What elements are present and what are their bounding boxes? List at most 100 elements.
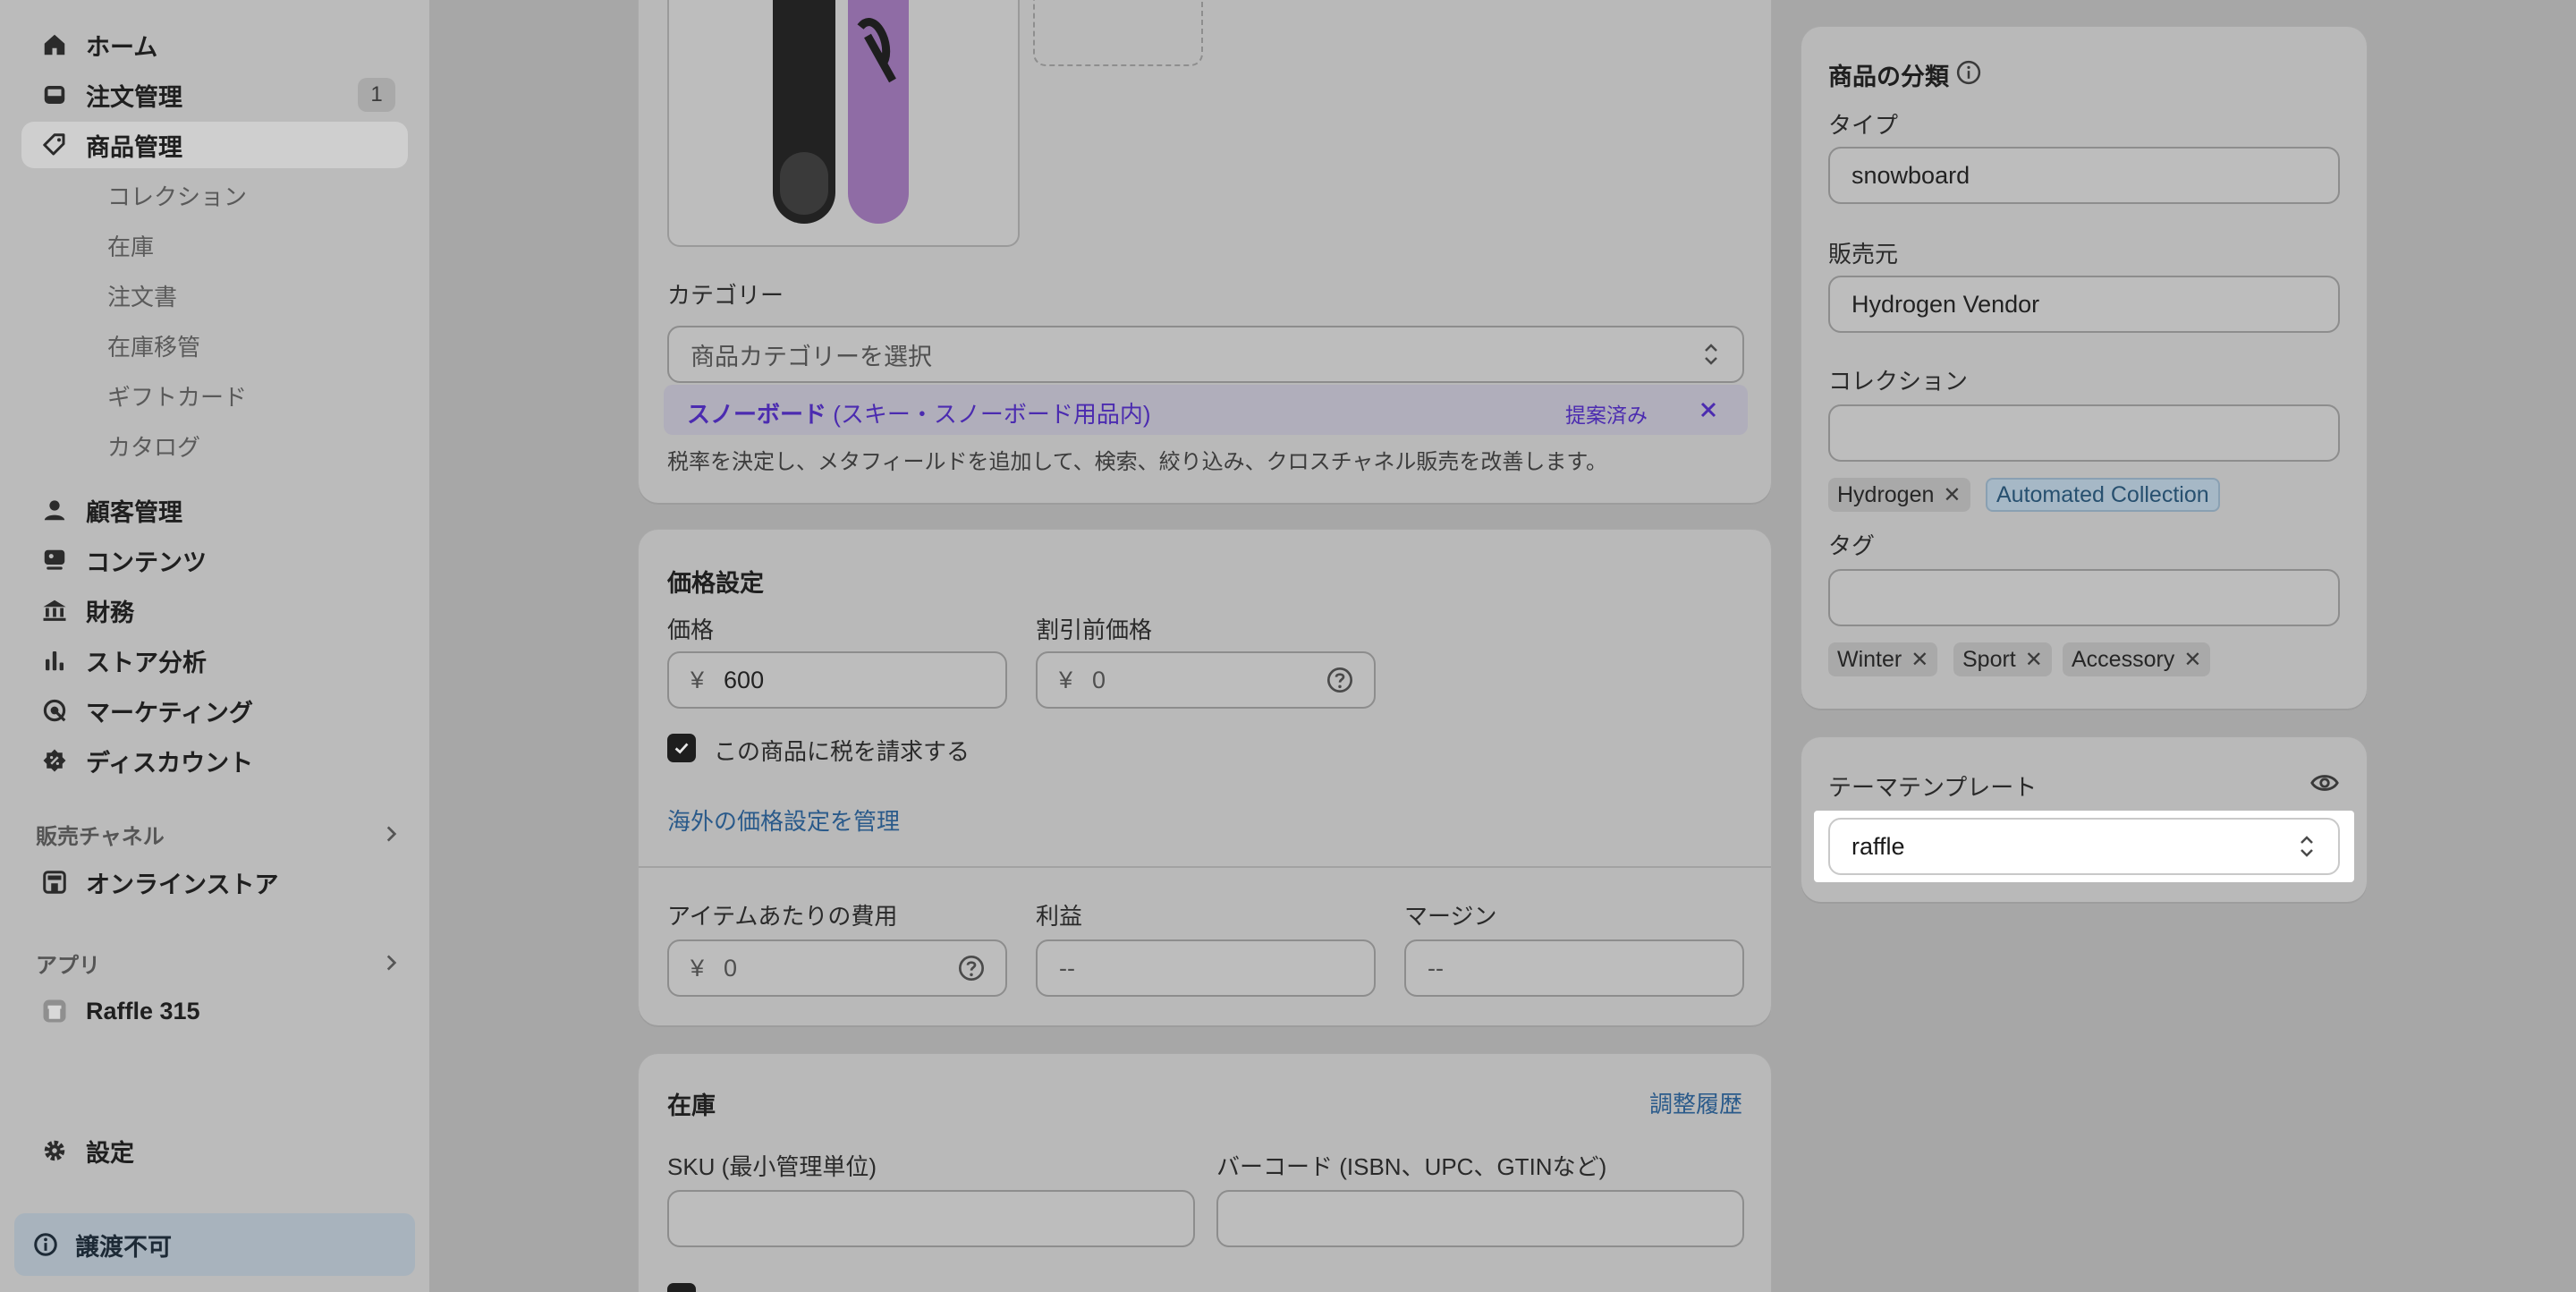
- sidebar-subitem-inventory[interactable]: 在庫: [21, 222, 408, 268]
- track-quantity-checkbox[interactable]: [667, 1283, 696, 1292]
- eye-icon[interactable]: [2309, 768, 2340, 798]
- adjustment-history-link[interactable]: 調整履歴: [1649, 1086, 1742, 1119]
- type-value: snowboard: [1852, 161, 1970, 189]
- compare-price-currency: ¥: [1059, 666, 1073, 693]
- sidebar-item-customers[interactable]: 顧客管理: [21, 487, 408, 533]
- type-label: タイプ: [1828, 112, 1899, 139]
- sidebar-item-home[interactable]: ホーム: [21, 21, 408, 68]
- help-icon[interactable]: [1326, 666, 1354, 694]
- sidebar-subitem-transfers[interactable]: 在庫移管: [21, 322, 408, 369]
- tags-input[interactable]: [1828, 569, 2340, 626]
- sidebar-subitem-label: 注文書: [107, 283, 178, 310]
- sidebar-item-settings[interactable]: 設定: [21, 1127, 408, 1174]
- charge-tax-label: この商品に税を請求する: [714, 738, 970, 765]
- sidebar-item-label: マーケティング: [86, 699, 253, 727]
- international-pricing-link[interactable]: 海外の価格設定を管理: [667, 803, 900, 837]
- tag-chip[interactable]: Winter ✕: [1828, 642, 1938, 676]
- remove-icon[interactable]: ✕: [2025, 647, 2043, 673]
- tag-chip-label: Winter: [1837, 646, 1902, 672]
- add-media-dropzone[interactable]: [1033, 0, 1203, 66]
- tag-chip[interactable]: Accessory ✕: [2063, 642, 2211, 676]
- sidebar-item-analytics[interactable]: ストア分析: [21, 637, 408, 684]
- suggestion-status: 提案済み: [1565, 404, 1648, 427]
- cost-per-item-input[interactable]: ¥ 0: [667, 939, 1007, 997]
- sidebar-item-label: コンテンツ: [86, 548, 207, 576]
- collection-chip[interactable]: Hydrogen ✕: [1828, 478, 1970, 512]
- tag-chip[interactable]: Sport ✕: [1953, 642, 2052, 676]
- barcode-input[interactable]: [1216, 1190, 1744, 1247]
- sidebar-subitem-label: コレクション: [107, 183, 248, 210]
- profit-field: --: [1036, 939, 1376, 997]
- sidebar-item-content[interactable]: コンテンツ: [21, 537, 408, 583]
- sidebar-item-online-store[interactable]: オンラインストア: [21, 859, 408, 905]
- category-placeholder: 商品カテゴリーを選択: [691, 343, 932, 370]
- sidebar-item-label: オンラインストア: [86, 871, 279, 898]
- sidebar-subitem-label: 在庫: [107, 233, 155, 260]
- sidebar-item-label: ディスカウント: [86, 749, 254, 777]
- pricing-title: 価格設定: [667, 570, 764, 597]
- product-image[interactable]: [667, 0, 1020, 247]
- collections-input[interactable]: [1828, 404, 2340, 462]
- chevron-right-icon: [386, 955, 397, 971]
- info-icon: [30, 1229, 61, 1260]
- remove-icon[interactable]: ✕: [1911, 647, 1928, 673]
- sidebar-item-orders[interactable]: 注文管理 1: [21, 72, 408, 118]
- sidebar-item-label: ホーム: [86, 33, 158, 61]
- bank-icon: [39, 595, 70, 625]
- theme-template-select[interactable]: raffle: [1828, 818, 2340, 875]
- compare-price-input[interactable]: ¥ 0: [1036, 651, 1376, 709]
- type-input[interactable]: snowboard: [1828, 147, 2340, 204]
- theme-template-value: raffle: [1852, 832, 1905, 860]
- sidebar-item-discounts[interactable]: ディスカウント: [21, 737, 408, 784]
- sku-input[interactable]: [667, 1190, 1195, 1247]
- dismiss-suggestion-icon[interactable]: [1698, 399, 1719, 421]
- profit-label: 利益: [1036, 903, 1083, 930]
- chevron-right-icon: [386, 826, 397, 842]
- organization-title: 商品の分類: [1828, 64, 1949, 90]
- notice-label: 譲渡不可: [75, 1233, 172, 1261]
- store-icon: [39, 867, 70, 897]
- sidebar-item-raffle-app[interactable]: Raffle 315: [21, 988, 408, 1034]
- content-icon: [39, 545, 70, 575]
- gear-icon: [39, 1135, 70, 1166]
- inventory-title: 在庫: [667, 1092, 716, 1119]
- price-input[interactable]: ¥ 600: [667, 651, 1007, 709]
- orders-count-badge: 1: [358, 78, 395, 112]
- sidebar-item-label: 商品管理: [86, 133, 182, 161]
- vendor-input[interactable]: Hydrogen Vendor: [1828, 276, 2340, 333]
- sidebar-item-marketing[interactable]: マーケティング: [21, 687, 408, 734]
- cost-currency: ¥: [691, 954, 705, 982]
- remove-icon[interactable]: ✕: [1943, 482, 1961, 508]
- category-select[interactable]: 商品カテゴリーを選択: [667, 326, 1744, 383]
- price-currency: ¥: [691, 666, 705, 693]
- sidebar-item-products[interactable]: 商品管理: [21, 122, 408, 168]
- theme-template-label: テーマテンプレート: [1828, 774, 2038, 801]
- non-transferable-notice[interactable]: 譲渡不可: [14, 1213, 415, 1276]
- remove-icon[interactable]: ✕: [2183, 647, 2201, 673]
- collection-chip[interactable]: Automated Collection: [1986, 478, 2220, 512]
- theme-template-highlight: raffle: [1814, 811, 2354, 882]
- tag-chip-label: Accessory: [2072, 646, 2175, 672]
- sidebar-item-finance[interactable]: 財務: [21, 587, 408, 633]
- charge-tax-checkbox[interactable]: [667, 734, 696, 762]
- sidebar-item-label: 顧客管理: [86, 498, 182, 526]
- sku-label: SKU (最小管理単位): [667, 1153, 877, 1180]
- barcode-label: バーコード (ISBN、UPC、GTINなど): [1216, 1153, 1607, 1180]
- sales-channels-heading[interactable]: 販売チャネル: [36, 816, 402, 852]
- sidebar-subitem-collections[interactable]: コレクション: [21, 172, 408, 218]
- sidebar-subitem-label: カタログ: [107, 433, 201, 461]
- select-arrows-icon: [2301, 836, 2313, 857]
- category-suggestion[interactable]: スノーボード (スキー・スノーボード用品内) 提案済み: [664, 385, 1748, 435]
- sidebar-subitem-catalogs[interactable]: カタログ: [21, 422, 408, 469]
- bar-chart-icon: [39, 645, 70, 676]
- sidebar-subitem-purchase-orders[interactable]: 注文書: [21, 272, 408, 319]
- snowboard-image: [773, 0, 909, 224]
- product-organization-card: 商品の分類 タイプ snowboard 販売元 Hydrogen Vendor …: [1801, 27, 2367, 709]
- pricing-card: 価格設定 価格 ¥ 600 割引前価格 ¥ 0 この商品に税を請求する 海外の価…: [639, 530, 1771, 1025]
- apps-heading[interactable]: アプリ: [36, 945, 402, 981]
- suggestion-name: スノーボード: [687, 401, 827, 428]
- help-icon[interactable]: [957, 954, 986, 982]
- sidebar-subitem-gift-cards[interactable]: ギフトカード: [21, 372, 408, 419]
- cost-per-item-label: アイテムあたりの費用: [667, 903, 898, 930]
- info-icon[interactable]: [1955, 59, 1982, 86]
